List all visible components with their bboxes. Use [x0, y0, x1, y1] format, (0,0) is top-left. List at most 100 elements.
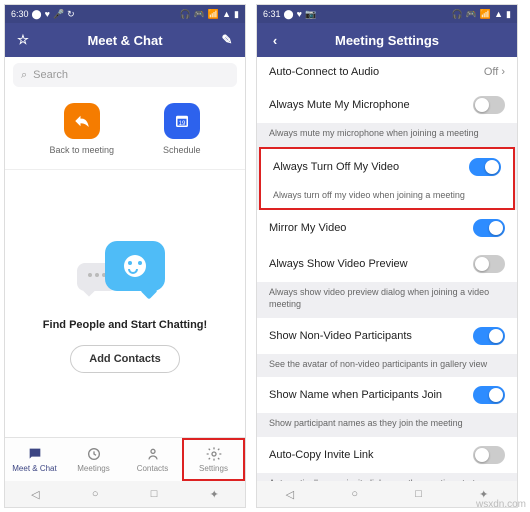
svg-text:19: 19 — [178, 121, 185, 127]
status-time: 6:30 — [11, 9, 29, 19]
setting-sub: Automatically copy invite link once the … — [257, 473, 517, 481]
search-icon: ⌕ — [21, 69, 27, 82]
nav-back-icon[interactable]: ◁ — [31, 488, 39, 501]
nav-back-icon[interactable]: ◁ — [286, 488, 294, 501]
signal-icon: ▲ — [222, 9, 231, 19]
location-icon: ⬤ — [284, 9, 294, 20]
setting-sub: See the avatar of non-video participants… — [257, 354, 517, 378]
chat-illustration — [75, 235, 175, 305]
battery-icon: ▮ — [506, 9, 511, 20]
empty-state: Find People and Start Chatting! Add Cont… — [5, 170, 245, 437]
setting-sub: Always turn off my video when joining a … — [261, 185, 513, 209]
nav-home-icon[interactable]: ○ — [351, 488, 358, 500]
phone-meeting-settings: 6:31⬤♥📷 🎧 🎮📶▲▮ ‹ Meeting Settings Auto-Co… — [256, 4, 518, 508]
compose-icon[interactable]: ✎ — [219, 32, 235, 48]
watermark: wsxdn.com — [476, 499, 526, 510]
schedule-button[interactable]: 19 Schedule — [163, 103, 201, 155]
clock-icon — [86, 446, 102, 462]
add-contacts-button[interactable]: Add Contacts — [70, 345, 180, 373]
star-icon[interactable]: ☆ — [15, 32, 31, 48]
phone-meet-chat: 6:30⬤♥🎤↻ 🎧🎮📶▲▮ ☆ Meet & Chat ✎ ⌕ Search … — [4, 4, 246, 508]
search-input[interactable]: ⌕ Search — [13, 63, 237, 87]
action-label: Schedule — [163, 145, 201, 155]
calendar-icon: 19 — [164, 103, 200, 139]
search-placeholder: Search — [33, 69, 68, 81]
toggle-off[interactable] — [473, 255, 505, 273]
android-nav: ◁ ○ □ ✦ — [5, 481, 245, 507]
status-time: 6:31 — [263, 9, 281, 19]
wifi-icon: 📶 — [480, 9, 491, 20]
bulb-icon: ♥ — [297, 9, 302, 19]
setting-label: Always Turn Off My Video — [273, 161, 399, 173]
tab-label: Meet & Chat — [12, 464, 56, 473]
battery-icon: ▮ — [234, 9, 239, 20]
tab-contacts[interactable]: Contacts — [123, 438, 182, 481]
toggle-on[interactable] — [473, 327, 505, 345]
setting-autocopy[interactable]: Auto-Copy Invite Link — [257, 437, 517, 473]
tab-label: Meetings — [77, 464, 109, 473]
tab-label: Settings — [199, 464, 228, 473]
setting-label: Show Name when Participants Join — [269, 389, 442, 401]
location-icon: ⬤ — [32, 9, 42, 20]
toggle-off[interactable] — [473, 446, 505, 464]
back-icon — [64, 103, 100, 139]
signal-icon: ▲ — [494, 9, 503, 19]
back-icon[interactable]: ‹ — [267, 32, 283, 48]
setting-sub: Always show video preview dialog when jo… — [257, 282, 517, 317]
reload-icon: ↻ — [67, 9, 75, 20]
page-title: Meeting Settings — [283, 33, 491, 48]
game-icon: 🎮 — [194, 9, 205, 20]
status-bar: 6:30⬤♥🎤↻ 🎧 🎮📶▲▮ — [5, 5, 245, 23]
page-title: Meet & Chat — [31, 33, 219, 48]
setting-sub: Show participant names as they join the … — [257, 413, 517, 437]
back-to-meeting-button[interactable]: Back to meeting — [49, 103, 114, 155]
tab-meet-chat[interactable]: Meet & Chat — [5, 438, 64, 481]
game-icon: 🎮 — [466, 9, 477, 20]
wifi-icon: 📶 — [208, 9, 219, 20]
setting-showname[interactable]: Show Name when Participants Join — [257, 377, 517, 413]
contacts-icon — [145, 446, 161, 462]
nav-home-icon[interactable]: ○ — [92, 488, 99, 500]
action-row: Back to meeting 19 Schedule — [5, 93, 245, 169]
nav-recent-icon[interactable]: □ — [151, 488, 158, 500]
gear-icon — [206, 446, 222, 462]
setting-label: Auto-Copy Invite Link — [269, 449, 374, 461]
headset-icon: 🎧 — [451, 9, 462, 20]
setting-label: Always Mute My Microphone — [269, 99, 410, 111]
setting-preview[interactable]: Always Show Video Preview — [257, 246, 517, 282]
headset-icon: 🎧 — [179, 9, 190, 20]
status-bar: 6:31⬤♥📷 🎧 🎮📶▲▮ — [257, 5, 517, 23]
nav-recent-icon[interactable]: □ — [415, 488, 422, 500]
setting-auto-connect[interactable]: Auto-Connect to Audio Off› — [257, 57, 517, 87]
nav-star-icon[interactable]: ✦ — [210, 488, 219, 501]
spacer — [491, 32, 507, 48]
toggle-on[interactable] — [473, 219, 505, 237]
header: ☆ Meet & Chat ✎ — [5, 23, 245, 57]
tab-label: Contacts — [137, 464, 169, 473]
setting-label: Always Show Video Preview — [269, 258, 408, 270]
tab-meetings[interactable]: Meetings — [64, 438, 123, 481]
action-label: Back to meeting — [49, 145, 114, 155]
setting-video-off[interactable]: Always Turn Off My Video — [261, 149, 513, 185]
setting-sub: Always mute my microphone when joining a… — [257, 123, 517, 147]
tab-bar: Meet & Chat Meetings Contacts Settings — [5, 437, 245, 481]
settings-list[interactable]: Auto-Connect to Audio Off› Always Mute M… — [257, 57, 517, 481]
camera-icon: 📷 — [305, 9, 316, 20]
setting-nonvideo[interactable]: Show Non-Video Participants — [257, 318, 517, 354]
empty-prompt: Find People and Start Chatting! — [43, 319, 207, 331]
toggle-off[interactable] — [473, 96, 505, 114]
setting-label: Auto-Connect to Audio — [269, 66, 379, 78]
setting-label: Mirror My Video — [269, 222, 346, 234]
toggle-on[interactable] — [469, 158, 501, 176]
chevron-right-icon: › — [501, 66, 505, 78]
toggle-on[interactable] — [473, 386, 505, 404]
mic-icon: 🎤 — [53, 9, 64, 20]
setting-label: Show Non-Video Participants — [269, 330, 412, 342]
chat-icon — [27, 446, 43, 462]
setting-mirror[interactable]: Mirror My Video — [257, 210, 517, 246]
setting-video-off-group: Always Turn Off My Video Always turn off… — [259, 147, 515, 211]
tab-settings[interactable]: Settings — [182, 438, 245, 481]
setting-mute-mic[interactable]: Always Mute My Microphone — [257, 87, 517, 123]
header: ‹ Meeting Settings — [257, 23, 517, 57]
bulb-icon: ♥ — [45, 9, 50, 19]
